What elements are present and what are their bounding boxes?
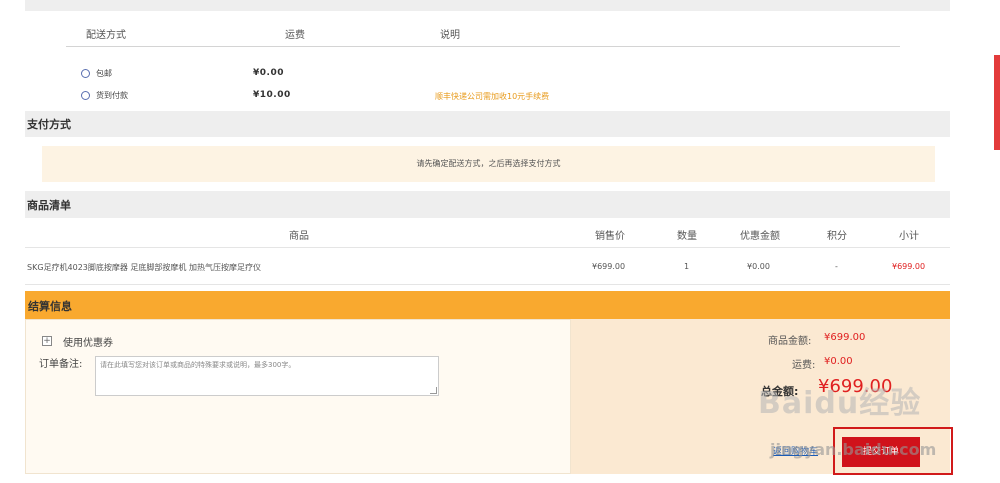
payment-note: 请先确定配送方式，之后再选择支付方式: [42, 146, 935, 182]
payment-section-bar: 支付方式: [25, 111, 950, 137]
remark-placeholder: 请在此填写您对该订单或商品的特殊要求或说明，最多300字。: [100, 361, 296, 369]
goods-section-bar: 商品清单: [25, 191, 950, 218]
goods-amount-value: ¥699.00: [824, 332, 866, 343]
back-to-cart-link[interactable]: 返回购物车: [773, 444, 818, 457]
resize-handle-icon[interactable]: [430, 387, 437, 394]
remark-textarea[interactable]: 请在此填写您对该订单或商品的特殊要求或说明，最多300字。: [95, 356, 439, 396]
goods-col-qty: 数量: [677, 231, 697, 242]
shipping-fee-cod: ¥10.00: [253, 90, 291, 100]
shipping-option-label: 货到付款: [96, 91, 128, 100]
shipping-divider: [66, 46, 900, 47]
shipping-fee-free: ¥0.00: [253, 68, 284, 78]
coupon-toggle[interactable]: 使用优惠券: [63, 334, 113, 349]
product-name[interactable]: SKG足疗机4023脚底按摩器 足底脚部按摩机 加热气压按摩足疗仪: [27, 262, 261, 273]
section-title: 支付方式: [27, 118, 71, 131]
section-title: 商品清单: [27, 198, 71, 212]
shipping-note-cod: 顺丰快递公司需加收10元手续费: [435, 92, 550, 101]
total-label: 总金额:: [761, 385, 799, 398]
product-qty: 1: [684, 262, 690, 271]
goods-col-subtotal: 小计: [899, 231, 919, 242]
product-discount: ¥0.00: [747, 262, 770, 271]
product-subtotal: ¥699.00: [892, 262, 926, 271]
goods-col-product: 商品: [289, 231, 309, 242]
goods-col-discount: 优惠金额: [740, 231, 780, 242]
radio-button[interactable]: [81, 69, 90, 78]
product-price: ¥699.00: [592, 262, 626, 271]
shipping-col-method: 配送方式: [86, 30, 126, 41]
radio-button[interactable]: [81, 91, 90, 100]
goods-table-header: 商品 销售价 数量 优惠金额 积分 小计: [25, 219, 950, 248]
shipping-option-label: 包邮: [96, 69, 112, 78]
total-amount: ¥699.00: [818, 376, 893, 397]
remark-label: 订单备注:: [39, 359, 83, 370]
shipping-col-note: 说明: [440, 30, 460, 41]
shipping-section-bar: [25, 0, 950, 11]
goods-amount-label: 商品金额:: [768, 336, 812, 347]
settlement-left-panel: + 使用优惠券 订单备注: 请在此填写您对该订单或商品的特殊要求或说明，最多30…: [25, 319, 571, 474]
settlement-section-bar: 结算信息: [25, 291, 950, 319]
product-points: -: [835, 262, 838, 271]
shipping-col-fee: 运费: [285, 30, 305, 41]
shipping-amount-label: 运费:: [792, 360, 816, 371]
shipping-amount-value: ¥0.00: [824, 356, 853, 367]
plus-icon[interactable]: +: [42, 336, 52, 346]
side-accent-bar: [994, 55, 1000, 150]
goods-col-points: 积分: [827, 231, 847, 242]
section-title: 结算信息: [28, 300, 72, 313]
table-row: SKG足疗机4023脚底按摩器 足底脚部按摩机 加热气压按摩足疗仪 ¥699.0…: [25, 248, 950, 285]
highlight-box: [833, 427, 953, 475]
goods-col-price: 销售价: [595, 231, 625, 242]
